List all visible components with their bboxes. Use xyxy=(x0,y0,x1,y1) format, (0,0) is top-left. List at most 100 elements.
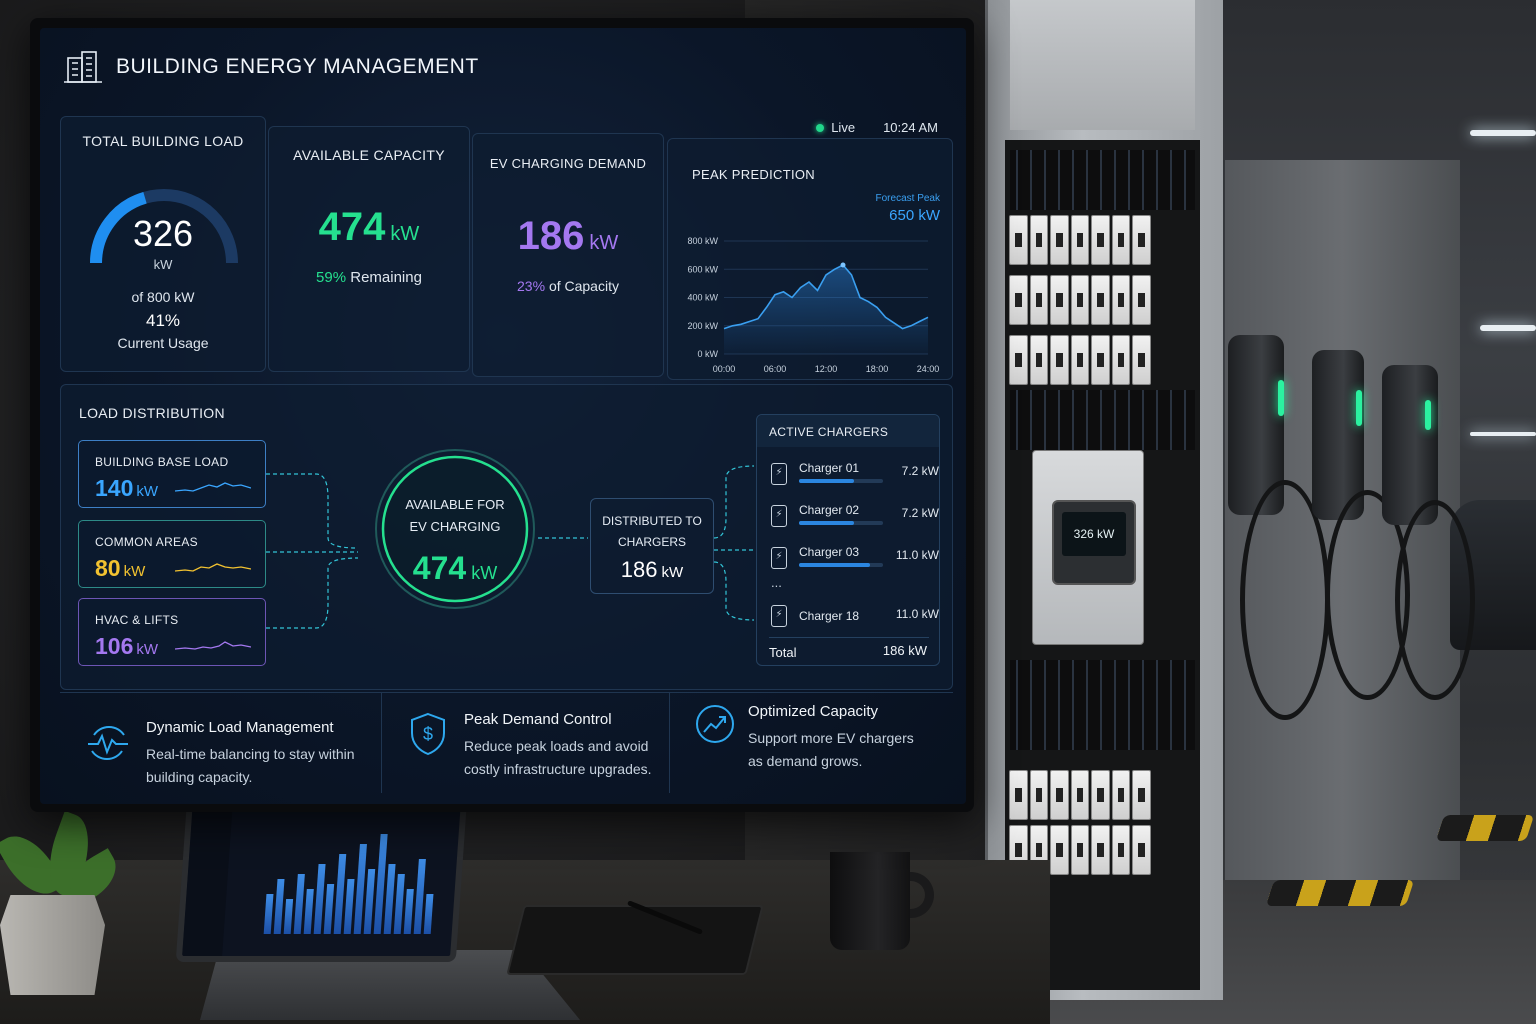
source-building-base-load: BUILDING BASE LOAD 140 kW xyxy=(78,440,266,508)
series-area xyxy=(724,265,928,354)
x-tick-label: 00:00 xyxy=(713,364,736,374)
features-row: Dynamic Load Management Real-time balanc… xyxy=(60,692,953,804)
charger-cable xyxy=(1395,500,1475,700)
ev-demand-share: 23% of Capacity xyxy=(517,278,619,294)
source-hvac-lifts: HVAC & LIFTS 106 kW xyxy=(78,598,266,666)
total-load-percent: 41% xyxy=(145,311,181,330)
peak-prediction-chart: 800 kW 600 kW 400 kW 200 kW 0 kW 00:00 06:00 12… xyxy=(687,236,940,374)
cable-bundle xyxy=(1010,150,1195,210)
cabinet-top-panel xyxy=(1010,0,1195,130)
ev-demand-title: EV CHARGING DEMAND xyxy=(489,156,647,171)
distributed-value: 186 kW xyxy=(620,557,684,582)
charger-load-bar xyxy=(799,563,883,567)
ceiling-light xyxy=(1470,432,1536,436)
charger-row[interactable]: ⚡ Charger 03 11.0 kW xyxy=(771,541,939,579)
total-load-title: TOTAL BUILDING LOAD xyxy=(82,133,244,149)
charger-connectors xyxy=(714,465,755,621)
charger-row[interactable]: ⚡ Charger 01 7.2 kW xyxy=(771,457,939,495)
available-for-ev-label: AVAILABLE FOR EV CHARGING xyxy=(405,497,505,534)
meter-display: 326 kW xyxy=(1062,512,1126,556)
y-tick-label: 800 kW xyxy=(687,236,718,246)
coffee-mug xyxy=(830,852,910,950)
total-load-value: 326 xyxy=(132,213,194,254)
live-dot-icon xyxy=(816,123,825,132)
plug-icon: ⚡ xyxy=(771,505,787,527)
available-for-ev-value: 474 kW xyxy=(412,550,498,586)
sparkline xyxy=(175,563,251,572)
active-chargers-title: ACTIVE CHARGERS xyxy=(769,425,889,439)
sparkline xyxy=(175,641,251,650)
charger-load-bar xyxy=(799,479,883,483)
plug-icon: ⚡ xyxy=(771,463,787,485)
sparkline xyxy=(175,482,251,492)
ev-demand-card: EV CHARGING DEMAND 186 kW 23% of Capacity xyxy=(472,133,664,377)
load-distribution-title: LOAD DISTRIBUTION xyxy=(79,405,225,421)
x-tick-label: 12:00 xyxy=(815,364,838,374)
source-label: BUILDING BASE LOAD xyxy=(95,455,229,469)
building-icon xyxy=(64,51,102,83)
notebook xyxy=(506,905,764,975)
breaker-row xyxy=(1005,770,1155,820)
source-value: 140 kW xyxy=(95,475,159,501)
live-indicator: Live xyxy=(816,120,855,135)
dashboard-header: BUILDING ENERGY MANAGEMENT xyxy=(64,50,479,84)
parking-bumper xyxy=(1265,880,1415,906)
charger-status-led xyxy=(1356,390,1362,426)
feature-peak-demand: $ Peak Demand Control Reduce peak loads … xyxy=(382,693,670,793)
status-bar: Live 10:24 AM xyxy=(816,120,938,135)
parking-bumper xyxy=(1435,815,1535,841)
cable-bundle xyxy=(1010,660,1195,750)
ceiling-light xyxy=(1470,130,1536,136)
total-value: 186 kW xyxy=(882,643,927,658)
clock-time: 10:24 AM xyxy=(883,120,938,135)
feature-dynamic-load: Dynamic Load Management Real-time balanc… xyxy=(60,693,382,793)
x-tick-label: 06:00 xyxy=(764,364,787,374)
available-capacity-value: 474 kW xyxy=(318,205,420,249)
breaker-row xyxy=(1005,215,1155,265)
trend-up-icon xyxy=(696,705,734,743)
source-value: 106 kW xyxy=(95,633,159,659)
x-tick-label: 24:00 xyxy=(917,364,940,374)
live-label: Live xyxy=(831,120,856,135)
plug-icon: ⚡ xyxy=(771,547,787,569)
source-common-areas: COMMON AREAS 80 kW xyxy=(78,520,266,588)
total-load-max: of 800 kW xyxy=(131,289,195,305)
breaker-row xyxy=(1005,335,1155,385)
y-tick-label: 600 kW xyxy=(687,264,718,274)
charger-row[interactable]: ⚡ Charger 02 7.2 kW xyxy=(771,499,939,537)
pulse-icon xyxy=(88,726,128,760)
charger-list-ellipsis: ... xyxy=(771,575,782,590)
cable-bundle xyxy=(1010,390,1195,450)
charger-status-led xyxy=(1278,380,1284,416)
remaining-text: 59% Remaining xyxy=(316,269,422,286)
y-tick-label: 200 kW xyxy=(687,321,718,331)
charger-status-led xyxy=(1425,400,1431,430)
distributed-to-chargers-box: DISTRIBUTED TO CHARGERS 186 kW xyxy=(590,498,714,594)
active-chargers-panel: ACTIVE CHARGERS ⚡ Charger 01 7.2 kW ⚡ Ch… xyxy=(756,414,940,666)
source-label: HVAC & LIFTS xyxy=(95,613,179,627)
peak-prediction-card: PEAK PREDICTION Forecast Peak 650 kW 800… xyxy=(667,138,953,380)
distributed-label: DISTRIBUTED TO CHARGERS xyxy=(602,514,702,549)
current-usage-label: Current Usage xyxy=(117,335,209,351)
dashboard-screen: BUILDING ENERGY MANAGEMENT Live 10:24 AM… xyxy=(40,28,966,804)
plant-pot xyxy=(0,895,105,995)
ceiling-light xyxy=(1480,325,1536,331)
source-value: 80 kW xyxy=(95,555,146,581)
feature-optimized-capacity: Optimized Capacity Support more EV charg… xyxy=(670,693,953,793)
available-capacity-title: AVAILABLE CAPACITY xyxy=(293,147,445,163)
plug-icon: ⚡ xyxy=(771,605,787,627)
charger-row[interactable]: ⚡ Charger 18 11.0 kW xyxy=(771,599,939,637)
source-label: COMMON AREAS xyxy=(95,535,198,549)
total-load-unit: kW xyxy=(153,257,173,272)
svg-text:$: $ xyxy=(423,724,433,744)
shield-dollar-icon: $ xyxy=(411,712,445,756)
page-title: BUILDING ENERGY MANAGEMENT xyxy=(116,55,479,78)
y-tick-label: 0 kW xyxy=(697,349,718,359)
charger-load-bar xyxy=(799,521,883,525)
total-label: Total xyxy=(769,645,797,660)
breaker-row xyxy=(1005,275,1155,325)
ev-demand-value: 186 kW xyxy=(517,214,619,258)
peak-point xyxy=(840,262,846,268)
available-capacity-card: AVAILABLE CAPACITY 474 kW 59% Remaining xyxy=(268,126,470,372)
total-load-card: TOTAL BUILDING LOAD 326 kW of 800 kW 41%… xyxy=(60,116,266,372)
